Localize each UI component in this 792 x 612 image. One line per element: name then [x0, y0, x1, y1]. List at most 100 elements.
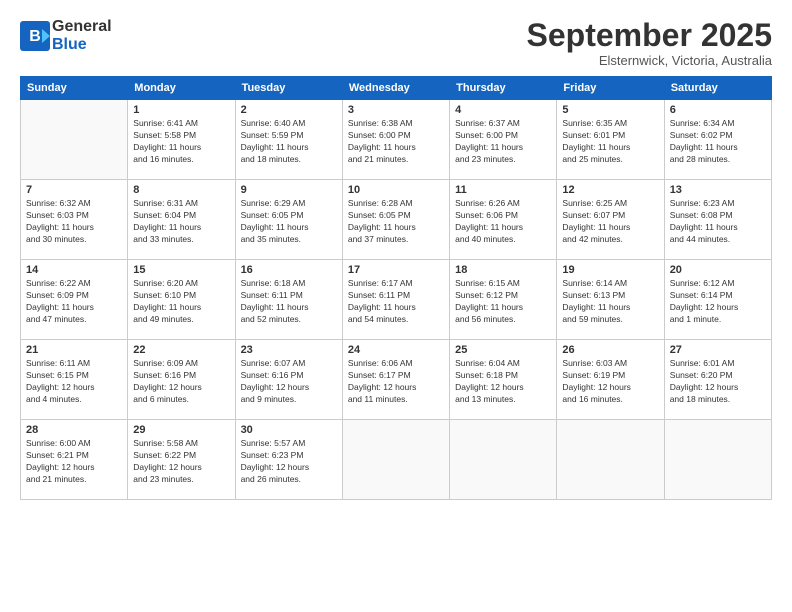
calendar-cell: 10 Sunrise: 6:28 AMSunset: 6:05 PMDayligh…: [342, 180, 449, 260]
calendar-cell: 30Sunrise: 5:57 AMSunset: 6:23 PMDayligh…: [235, 420, 342, 500]
day-number: 19: [562, 264, 658, 276]
calendar-cell: 29 Sunrise: 5:58 AMSunset: 6:22 PMDayligh…: [128, 420, 235, 500]
day-number: 24: [348, 344, 444, 356]
day-number: 4: [455, 104, 551, 116]
location: Elsternwick, Victoria, Australia: [527, 53, 772, 68]
calendar-cell: 6 Sunrise: 6:34 AMSunset: 6:02 PMDaylight…: [664, 100, 771, 180]
day-number: 16: [241, 264, 337, 276]
logo: B General Blue: [20, 18, 112, 54]
calendar-cell: 19 Sunrise: 6:14 AMSunset: 6:13 PMDayligh…: [557, 260, 664, 340]
day-info: Sunrise: 6:03 AMSunset: 6:19 PMDaylight:…: [562, 358, 658, 406]
calendar-cell: 4 Sunrise: 6:37 AMSunset: 6:00 PMDaylight…: [450, 100, 557, 180]
day-number: 21: [26, 344, 122, 356]
calendar-cell: 24 Sunrise: 6:06 AMSunset: 6:17 PMDayligh…: [342, 340, 449, 420]
day-number: 5: [562, 104, 658, 116]
day-info: Sunrise: 6:00 AMSunset: 6:21 PMDaylight:…: [26, 438, 122, 486]
day-number: 20: [670, 264, 766, 276]
day-info: Sunrise: 6:15 AMSunset: 6:12 PMDaylight:…: [455, 278, 551, 326]
day-info: Sunrise: 6:38 AMSunset: 6:00 PMDaylight:…: [348, 118, 444, 166]
calendar-cell: [450, 420, 557, 500]
page: B General Blue September 2025 Elsternwic…: [0, 0, 792, 612]
calendar-cell: [21, 100, 128, 180]
calendar-header-row: Sunday Monday Tuesday Wednesday Thursday…: [21, 77, 772, 100]
day-info: Sunrise: 6:07 AMSunset: 6:16 PMDaylight:…: [241, 358, 337, 406]
day-info: Sunrise: 6:29 AMSunset: 6:05 PMDaylight:…: [241, 198, 337, 246]
calendar-cell: 12 Sunrise: 6:25 AMSunset: 6:07 PMDayligh…: [557, 180, 664, 260]
calendar-cell: 13 Sunrise: 6:23 AMSunset: 6:08 PMDayligh…: [664, 180, 771, 260]
calendar-cell: 8Sunrise: 6:31 AMSunset: 6:04 PMDaylight…: [128, 180, 235, 260]
day-info: Sunrise: 6:14 AMSunset: 6:13 PMDaylight:…: [562, 278, 658, 326]
calendar-week-3: 14 Sunrise: 6:22 AMSunset: 6:09 PMDayligh…: [21, 260, 772, 340]
calendar-cell: 25 Sunrise: 6:04 AMSunset: 6:18 PMDayligh…: [450, 340, 557, 420]
day-info: Sunrise: 6:17 AMSunset: 6:11 PMDaylight:…: [348, 278, 444, 326]
calendar-cell: 28 Sunrise: 6:00 AMSunset: 6:21 PMDayligh…: [21, 420, 128, 500]
calendar-cell: [664, 420, 771, 500]
calendar-cell: 21Sunrise: 6:11 AMSunset: 6:15 PMDayligh…: [21, 340, 128, 420]
day-number: 14: [26, 264, 122, 276]
day-number: 6: [670, 104, 766, 116]
day-number: 30: [241, 424, 337, 436]
month-title: September 2025: [527, 18, 772, 53]
day-number: 11: [455, 184, 551, 196]
calendar-cell: 5 Sunrise: 6:35 AMSunset: 6:01 PMDaylight…: [557, 100, 664, 180]
title-block: September 2025 Elsternwick, Victoria, Au…: [527, 18, 772, 68]
day-number: 22: [133, 344, 229, 356]
day-number: 26: [562, 344, 658, 356]
day-number: 18: [455, 264, 551, 276]
col-monday: Monday: [128, 77, 235, 100]
day-info: Sunrise: 6:35 AMSunset: 6:01 PMDaylight:…: [562, 118, 658, 166]
calendar-cell: 2 Sunrise: 6:40 AMSunset: 5:59 PMDaylight…: [235, 100, 342, 180]
day-number: 13: [670, 184, 766, 196]
day-number: 3: [348, 104, 444, 116]
calendar-cell: 26 Sunrise: 6:03 AMSunset: 6:19 PMDayligh…: [557, 340, 664, 420]
day-number: 28: [26, 424, 122, 436]
day-number: 9: [241, 184, 337, 196]
header: B General Blue September 2025 Elsternwic…: [20, 18, 772, 68]
day-info: Sunrise: 6:20 AMSunset: 6:10 PMDaylight:…: [133, 278, 229, 326]
day-info: Sunrise: 6:34 AMSunset: 6:02 PMDaylight:…: [670, 118, 766, 166]
day-number: 23: [241, 344, 337, 356]
calendar-week-5: 28 Sunrise: 6:00 AMSunset: 6:21 PMDayligh…: [21, 420, 772, 500]
day-number: 15: [133, 264, 229, 276]
day-info: Sunrise: 6:37 AMSunset: 6:00 PMDaylight:…: [455, 118, 551, 166]
calendar-cell: 23 Sunrise: 6:07 AMSunset: 6:16 PMDayligh…: [235, 340, 342, 420]
day-info: Sunrise: 6:28 AMSunset: 6:05 PMDaylight:…: [348, 198, 444, 246]
col-thursday: Thursday: [450, 77, 557, 100]
day-info: Sunrise: 6:04 AMSunset: 6:18 PMDaylight:…: [455, 358, 551, 406]
day-info: Sunrise: 6:32 AMSunset: 6:03 PMDaylight:…: [26, 198, 122, 246]
calendar-table: Sunday Monday Tuesday Wednesday Thursday…: [20, 76, 772, 500]
day-number: 12: [562, 184, 658, 196]
day-number: 29: [133, 424, 229, 436]
calendar-cell: 14 Sunrise: 6:22 AMSunset: 6:09 PMDayligh…: [21, 260, 128, 340]
calendar-cell: 1Sunrise: 6:41 AMSunset: 5:58 PMDaylight…: [128, 100, 235, 180]
calendar-cell: 15 Sunrise: 6:20 AMSunset: 6:10 PMDayligh…: [128, 260, 235, 340]
day-info: Sunrise: 6:23 AMSunset: 6:08 PMDaylight:…: [670, 198, 766, 246]
day-info: Sunrise: 6:06 AMSunset: 6:17 PMDaylight:…: [348, 358, 444, 406]
day-info: Sunrise: 5:58 AMSunset: 6:22 PMDaylight:…: [133, 438, 229, 486]
calendar-week-2: 7Sunrise: 6:32 AMSunset: 6:03 PMDaylight…: [21, 180, 772, 260]
day-info: Sunrise: 6:01 AMSunset: 6:20 PMDaylight:…: [670, 358, 766, 406]
calendar-cell: 3 Sunrise: 6:38 AMSunset: 6:00 PMDaylight…: [342, 100, 449, 180]
day-number: 10: [348, 184, 444, 196]
day-number: 2: [241, 104, 337, 116]
logo-general: General: [52, 18, 112, 35]
day-info: Sunrise: 6:09 AMSunset: 6:16 PMDaylight:…: [133, 358, 229, 406]
day-number: 1: [133, 104, 229, 116]
svg-text:B: B: [29, 28, 41, 45]
day-info: Sunrise: 6:31 AMSunset: 6:04 PMDaylight:…: [133, 198, 229, 246]
day-info: Sunrise: 6:25 AMSunset: 6:07 PMDaylight:…: [562, 198, 658, 246]
col-wednesday: Wednesday: [342, 77, 449, 100]
day-number: 17: [348, 264, 444, 276]
col-tuesday: Tuesday: [235, 77, 342, 100]
calendar-cell: 11Sunrise: 6:26 AMSunset: 6:06 PMDayligh…: [450, 180, 557, 260]
day-info: Sunrise: 6:40 AMSunset: 5:59 PMDaylight:…: [241, 118, 337, 166]
calendar-cell: 22 Sunrise: 6:09 AMSunset: 6:16 PMDayligh…: [128, 340, 235, 420]
day-info: Sunrise: 6:22 AMSunset: 6:09 PMDaylight:…: [26, 278, 122, 326]
calendar-cell: [557, 420, 664, 500]
calendar-cell: 7Sunrise: 6:32 AMSunset: 6:03 PMDaylight…: [21, 180, 128, 260]
calendar-week-1: 1Sunrise: 6:41 AMSunset: 5:58 PMDaylight…: [21, 100, 772, 180]
day-number: 25: [455, 344, 551, 356]
logo-icon: B: [20, 21, 50, 51]
calendar-cell: 16Sunrise: 6:18 AMSunset: 6:11 PMDayligh…: [235, 260, 342, 340]
day-number: 27: [670, 344, 766, 356]
